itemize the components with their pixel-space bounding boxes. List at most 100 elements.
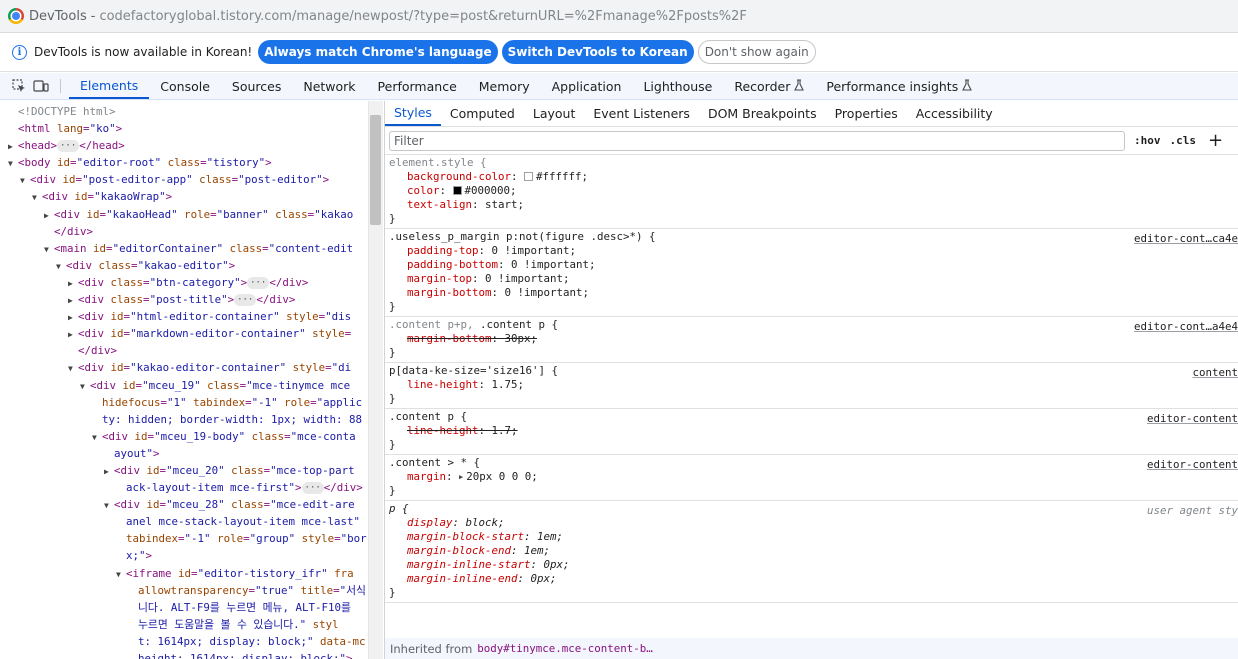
subtab-computed[interactable]: Computed [441, 101, 524, 126]
collapse-triangle-icon[interactable]: ▼ [32, 189, 42, 206]
css-value[interactable]: 0 !important [511, 258, 589, 271]
shorthand-expand-icon[interactable]: ▶ [459, 470, 463, 484]
inherited-selector[interactable]: body#tinymce.mce-content-b… [477, 642, 653, 655]
collapse-triangle-icon[interactable]: ▼ [20, 172, 30, 189]
dom-node-line[interactable]: ▶ <div class="post-title"> ··· </div> [0, 291, 368, 308]
dom-node-line[interactable]: ayout"> [0, 445, 368, 462]
style-rule[interactable]: .content p+p, .content p {editor-cont…a4… [385, 317, 1238, 363]
match-language-button[interactable]: Always match Chrome's language [258, 40, 498, 64]
color-swatch-icon[interactable] [452, 186, 462, 195]
collapse-triangle-icon[interactable]: ▼ [92, 429, 102, 446]
css-value[interactable]: start [485, 198, 518, 211]
css-value[interactable]: #000000 [465, 184, 511, 197]
tab-memory[interactable]: Memory [468, 73, 541, 99]
tab-sources[interactable]: Sources [221, 73, 292, 99]
color-swatch-icon[interactable] [524, 172, 534, 181]
device-toolbar-icon[interactable] [30, 73, 52, 99]
css-declaration[interactable]: margin-block-end: 1em; [389, 544, 1238, 558]
tab-performance-insights[interactable]: Performance insights [815, 73, 983, 99]
css-property[interactable]: line-height [407, 378, 479, 391]
new-style-rule-button[interactable]: + [1208, 131, 1223, 150]
subtab-event-listeners[interactable]: Event Listeners [584, 101, 699, 126]
rule-source-link[interactable]: editor-cont…ca4e [1134, 232, 1238, 246]
css-value[interactable]: 0px [544, 558, 564, 571]
css-declaration[interactable]: color: #000000; [389, 184, 1238, 198]
style-rule[interactable]: .content p {editor-content line-height: 1… [385, 409, 1238, 455]
expand-triangle-icon[interactable]: ▶ [68, 309, 78, 326]
dom-node-line[interactable]: ▼ <div id="post-editor-app" class="post-e… [0, 171, 368, 188]
css-property[interactable]: text-align [407, 198, 472, 211]
css-value[interactable]: 30px [505, 332, 531, 345]
dom-node-line[interactable]: ▶ <div class="btn-category"> ··· </div> [0, 274, 368, 291]
cls-toggle-button[interactable]: .cls [1170, 134, 1197, 147]
dom-node-line[interactable]: t: 1614px; display: block;" data-mc [0, 633, 368, 650]
style-rule[interactable]: .content > * {editor-content margin: ▶ 20p… [385, 455, 1238, 501]
css-value[interactable]: #ffffff [536, 170, 582, 183]
collapse-triangle-icon[interactable]: ▼ [80, 378, 90, 395]
dom-scrollbar-thumb[interactable] [370, 115, 381, 225]
collapse-triangle-icon[interactable]: ▼ [116, 566, 126, 583]
css-property[interactable]: color [407, 184, 440, 197]
tab-lighthouse[interactable]: Lighthouse [632, 73, 723, 99]
css-declaration[interactable]: margin-block-start: 1em; [389, 530, 1238, 544]
dom-node-line[interactable]: height: 1614px; display: block;"> [0, 650, 368, 659]
expand-triangle-icon[interactable]: ▶ [8, 138, 18, 155]
css-value[interactable]: 0 !important [485, 272, 563, 285]
dom-node-line[interactable]: tabindex="-1" role="group" style="bor [0, 530, 368, 547]
dom-node-line[interactable]: allowtransparency="true" title="서식 [0, 582, 368, 599]
expand-triangle-icon[interactable]: ▶ [68, 326, 78, 343]
css-property[interactable]: padding-top [407, 244, 479, 257]
css-property[interactable]: background-color [407, 170, 511, 183]
css-declaration[interactable]: background-color: #ffffff; [389, 170, 1238, 184]
collapse-triangle-icon[interactable]: ▼ [44, 241, 54, 258]
css-declaration[interactable]: line-height: 1.7; [389, 424, 1238, 438]
styles-filter-input[interactable] [389, 130, 1125, 151]
css-property[interactable]: margin [407, 470, 446, 483]
expand-triangle-icon[interactable]: ▶ [104, 463, 114, 480]
collapse-triangle-icon[interactable]: ▼ [104, 497, 114, 514]
tab-performance[interactable]: Performance [367, 73, 468, 99]
css-value[interactable]: block [466, 516, 499, 529]
dont-show-again-button[interactable]: Don't show again [697, 40, 816, 64]
expand-triangle-icon[interactable]: ▶ [44, 207, 54, 224]
css-declaration[interactable]: padding-bottom: 0 !important; [389, 258, 1238, 272]
css-property[interactable]: margin-block-end [407, 544, 511, 557]
css-value[interactable]: 0px [531, 572, 551, 585]
dom-node-line[interactable]: ▼ <div class="kakao-editor"> [0, 257, 368, 274]
css-value[interactable]: 0 !important [492, 244, 570, 257]
hov-toggle-button[interactable]: :hov [1134, 134, 1161, 147]
dom-node-line[interactable]: ▼ <div id="kakao-editor-container" style=… [0, 359, 368, 376]
css-property[interactable]: margin-block-start [407, 530, 524, 543]
dom-node-line[interactable]: ▼ <div id="mceu_19-body" class="mce-conta [0, 428, 368, 445]
expand-triangle-icon[interactable]: ▶ [68, 275, 78, 292]
tab-application[interactable]: Application [541, 73, 633, 99]
css-declaration[interactable]: margin-inline-end: 0px; [389, 572, 1238, 586]
dom-node-line[interactable]: ▶ <div id="mceu_20" class="mce-top-part [0, 462, 368, 479]
css-declaration[interactable]: margin-bottom: 30px; [389, 332, 1238, 346]
css-declaration[interactable]: line-height: 1.75; [389, 378, 1238, 392]
css-property[interactable]: margin-bottom [407, 286, 492, 299]
css-declaration[interactable]: text-align: start; [389, 198, 1238, 212]
dom-node-line[interactable]: 누르면 도움말을 볼 수 있습니다." styl [0, 616, 368, 633]
css-property[interactable]: padding-bottom [407, 258, 498, 271]
tab-console[interactable]: Console [149, 73, 221, 99]
rule-source-link[interactable]: editor-content [1147, 412, 1238, 426]
subtab-layout[interactable]: Layout [524, 101, 585, 126]
dom-node-line[interactable]: </div> [0, 342, 368, 359]
css-declaration[interactable]: padding-top: 0 !important; [389, 244, 1238, 258]
style-rule[interactable]: p {user agent sty display: block; margin-b… [385, 501, 1238, 603]
dom-node-line[interactable]: ▼ <div id="mceu_28" class="mce-edit-are [0, 496, 368, 513]
style-rule[interactable]: element.style {background-color: #ffffff… [385, 155, 1238, 229]
css-property[interactable]: margin-top [407, 272, 472, 285]
dom-node-line[interactable]: ▼ <body id="editor-root" class="tistory"> [0, 154, 368, 171]
tab-recorder[interactable]: Recorder [723, 73, 815, 99]
dom-node-line[interactable]: ▶ <div id="markdown-editor-container" sty… [0, 325, 368, 342]
rule-source-link[interactable]: editor-content [1147, 458, 1238, 472]
dom-node-line[interactable]: 니다. ALT-F9를 누르면 메뉴, ALT-F10를 [0, 599, 368, 616]
css-value[interactable]: 0 !important [505, 286, 583, 299]
dom-node-line[interactable]: ▶ <div id="html-editor-container" style="… [0, 308, 368, 325]
dom-node-line[interactable]: ▶ <head> ··· </head> [0, 137, 368, 154]
subtab-dom-breakpoints[interactable]: DOM Breakpoints [699, 101, 826, 126]
style-rule[interactable]: p[data-ke-size='size16'] {content line-he… [385, 363, 1238, 409]
css-property[interactable]: margin-bottom [407, 332, 492, 345]
